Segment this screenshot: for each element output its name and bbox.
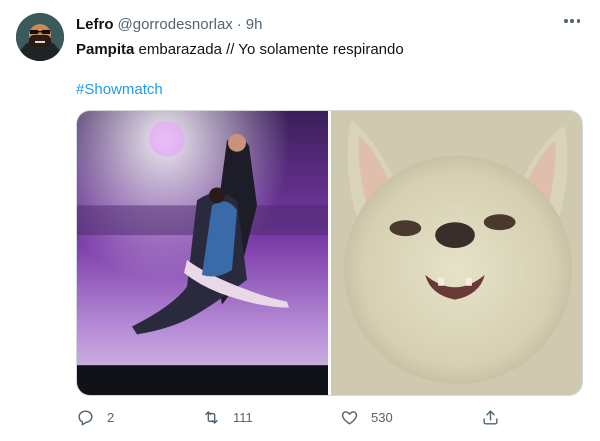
retweet-button[interactable]: 111 (202, 404, 253, 430)
media-image-dog[interactable] (331, 111, 582, 395)
author-handle[interactable]: @gorrodesnorlax (118, 16, 233, 33)
tweet[interactable]: Lefro @gorrodesnorlax · 9h Pampita embar… (0, 0, 600, 441)
media-image-dancers[interactable] (77, 111, 328, 395)
avatar[interactable] (16, 13, 64, 61)
tweet-header: Lefro @gorrodesnorlax · 9h (76, 14, 576, 34)
dancers-photo (77, 111, 328, 395)
reply-count: 2 (107, 409, 115, 425)
share-icon (481, 408, 500, 427)
hashtag-link[interactable]: #Showmatch (76, 80, 163, 100)
like-button[interactable]: 530 (340, 404, 393, 430)
tweet-text: Pampita embarazada // Yo solamente respi… (76, 40, 580, 60)
avatar-image (16, 13, 64, 61)
like-count: 530 (371, 409, 393, 425)
timestamp[interactable]: 9h (246, 16, 263, 33)
author-name[interactable]: Lefro (76, 16, 114, 33)
tweet-actions: 2 111 530 (76, 404, 506, 430)
like-icon (340, 408, 359, 427)
more-options-icon[interactable] (564, 18, 580, 24)
separator: · (236, 15, 242, 33)
dog-photo (331, 111, 582, 395)
share-button[interactable] (481, 404, 500, 430)
retweet-count: 111 (233, 409, 253, 425)
reply-icon (76, 408, 95, 427)
tweet-text-rest: embarazada // Yo solamente respirando (134, 41, 404, 58)
tweet-text-bold: Pampita (76, 41, 135, 58)
reply-button[interactable]: 2 (76, 404, 114, 430)
retweet-icon (202, 408, 221, 427)
media-grid (76, 110, 583, 396)
